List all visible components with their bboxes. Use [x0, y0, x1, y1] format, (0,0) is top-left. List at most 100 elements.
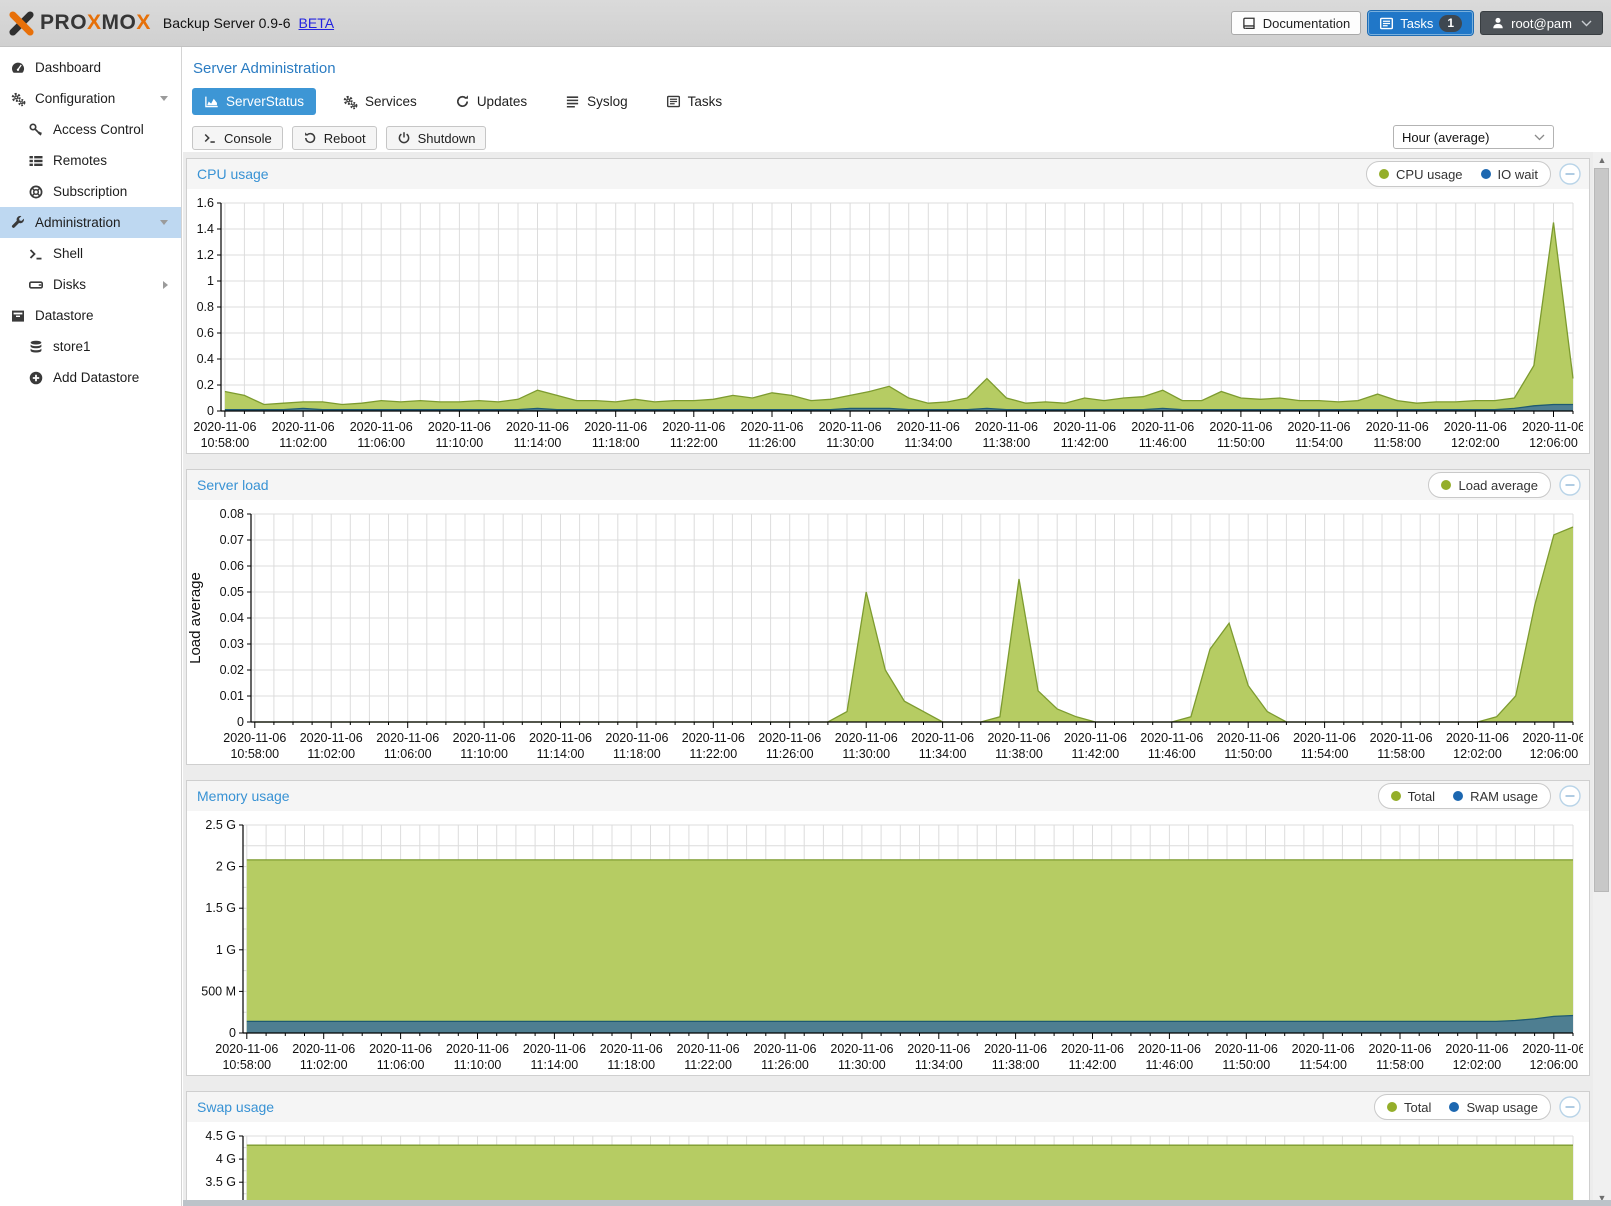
legend-dot	[1387, 1102, 1397, 1112]
user-menu-button[interactable]: root@pam	[1480, 11, 1603, 35]
svg-text:11:02:00: 11:02:00	[300, 1058, 348, 1072]
svg-text:0.2: 0.2	[197, 378, 214, 392]
sidebar-item-configuration[interactable]: Configuration	[0, 83, 181, 114]
book-icon	[1242, 16, 1257, 31]
svg-text:0.08: 0.08	[220, 507, 244, 521]
svg-text:2.5 G: 2.5 G	[205, 818, 236, 832]
timeframe-select[interactable]: Hour (average)	[1393, 125, 1554, 149]
sidebar-item-add-datastore[interactable]: Add Datastore	[0, 362, 181, 393]
bottom-edge-strip	[183, 1200, 1611, 1206]
tab-label: Updates	[477, 94, 527, 109]
svg-text:2020-11-06: 2020-11-06	[682, 731, 745, 745]
cpu-usage-panel: CPU usageCPU usageIO wait2020-11-0610:58…	[186, 158, 1590, 454]
brand-wordmark: PROXMOX	[40, 11, 151, 35]
swap-usage-panel: Swap usageTotalSwap usage2020-11-0610:58…	[186, 1091, 1590, 1206]
chevron-down-icon	[1534, 134, 1545, 141]
scroll-up-icon[interactable]: ▲	[1593, 152, 1611, 168]
legend-label: IO wait	[1498, 167, 1538, 182]
proxmox-brand: PROXMOX	[8, 10, 151, 37]
svg-text:2020-11-06: 2020-11-06	[1053, 420, 1116, 434]
key-icon	[28, 122, 48, 138]
sidebar-item-label: Dashboard	[35, 60, 101, 75]
sidebar-item-label: Subscription	[53, 184, 127, 199]
svg-text:2020-11-06: 2020-11-06	[907, 1042, 970, 1056]
sidebar-item-label: Administration	[35, 215, 121, 230]
sidebar-item-store1[interactable]: store1	[0, 331, 181, 362]
chart-area-icon	[204, 94, 219, 109]
sidebar-item-subscription[interactable]: Subscription	[0, 176, 181, 207]
tasks-list-icon	[1379, 16, 1394, 31]
legend-dot	[1481, 169, 1491, 179]
sidebar-item-shell[interactable]: Shell	[0, 238, 181, 269]
sidebar-item-datastore[interactable]: Datastore	[0, 300, 181, 331]
svg-text:12:02:00: 12:02:00	[1453, 1058, 1502, 1072]
beta-link[interactable]: BETA	[299, 15, 335, 31]
svg-text:11:18:00: 11:18:00	[613, 747, 661, 761]
chart-legend: Load average	[1428, 472, 1551, 498]
console-button[interactable]: Console	[192, 126, 283, 150]
svg-text:11:06:00: 11:06:00	[384, 747, 432, 761]
tab-services[interactable]: Services	[330, 88, 429, 115]
main-area: Server Administration ServerStatusServic…	[183, 47, 1611, 1206]
svg-text:1.2: 1.2	[197, 248, 214, 262]
chevron-down-icon	[1581, 20, 1592, 27]
sidebar-item-administration[interactable]: Administration	[0, 207, 181, 238]
svg-text:0.04: 0.04	[220, 611, 244, 625]
svg-text:2020-11-06: 2020-11-06	[1370, 731, 1433, 745]
tab-serverstatus[interactable]: ServerStatus	[192, 88, 316, 115]
tasks-count-badge: 1	[1439, 15, 1462, 32]
svg-text:2020-11-06: 2020-11-06	[662, 420, 725, 434]
svg-text:1.6: 1.6	[197, 196, 214, 210]
server-load-chart: 2020-11-0610:58:002020-11-0611:02:002020…	[187, 500, 1589, 765]
chart-legend: CPU usageIO wait	[1366, 161, 1551, 187]
svg-text:0: 0	[237, 715, 244, 729]
svg-text:0.05: 0.05	[220, 585, 244, 599]
scrollbar-thumb[interactable]	[1594, 168, 1609, 892]
shutdown-button[interactable]: Shutdown	[386, 126, 487, 150]
collapse-panel-icon[interactable]	[1559, 785, 1581, 807]
legend-entry: IO wait	[1481, 167, 1538, 182]
svg-text:11:14:00: 11:14:00	[514, 436, 562, 450]
content-area: CPU usageCPU usageIO wait2020-11-0610:58…	[183, 152, 1593, 1206]
svg-text:2020-11-06: 2020-11-06	[300, 731, 363, 745]
svg-text:0.07: 0.07	[220, 533, 244, 547]
tab-updates[interactable]: Updates	[443, 88, 539, 115]
tab-tasks[interactable]: Tasks	[654, 88, 735, 115]
svg-text:11:38:00: 11:38:00	[992, 1058, 1040, 1072]
svg-text:11:54:00: 11:54:00	[1301, 747, 1349, 761]
svg-text:2020-11-06: 2020-11-06	[758, 731, 821, 745]
svg-text:0.8: 0.8	[197, 300, 214, 314]
svg-text:2020-11-06: 2020-11-06	[984, 1042, 1047, 1056]
chevron-right-icon	[163, 281, 168, 289]
chart-legend: TotalSwap usage	[1374, 1094, 1551, 1120]
tasks-button[interactable]: Tasks 1	[1368, 11, 1473, 35]
collapse-panel-icon[interactable]	[1559, 474, 1581, 496]
panel-title: Swap usage	[197, 1099, 274, 1115]
tab-bar: ServerStatus Services Updates Syslog Tasks	[192, 88, 1611, 115]
sidebar-item-remotes[interactable]: Remotes	[0, 145, 181, 176]
sidebar-item-dashboard[interactable]: Dashboard	[0, 52, 181, 83]
svg-text:2020-11-06: 2020-11-06	[453, 731, 516, 745]
svg-text:2020-11-06: 2020-11-06	[753, 1042, 816, 1056]
svg-text:2020-11-06: 2020-11-06	[1366, 420, 1429, 434]
product-version-label: Backup Server 0.9-6	[163, 15, 291, 31]
svg-text:2020-11-06: 2020-11-06	[987, 731, 1050, 745]
legend-dot	[1449, 1102, 1459, 1112]
svg-text:11:50:00: 11:50:00	[1222, 1058, 1270, 1072]
collapse-panel-icon[interactable]	[1559, 163, 1581, 185]
svg-text:11:38:00: 11:38:00	[983, 436, 1031, 450]
reboot-button[interactable]: Reboot	[292, 126, 377, 150]
svg-text:2020-11-06: 2020-11-06	[272, 420, 335, 434]
navigation-sidebar: Dashboard ConfigurationAccess ControlRemo…	[0, 47, 182, 1206]
tab-syslog[interactable]: Syslog	[553, 88, 640, 115]
terminal-icon	[203, 131, 217, 145]
vertical-scrollbar[interactable]: ▲ ▼	[1593, 152, 1611, 1206]
svg-text:12:06:00: 12:06:00	[1529, 1058, 1578, 1072]
svg-text:11:58:00: 11:58:00	[1377, 747, 1425, 761]
memory-usage-chart: 2020-11-0610:58:002020-11-0611:02:002020…	[187, 811, 1589, 1076]
sidebar-item-access-control[interactable]: Access Control	[0, 114, 181, 145]
svg-text:11:46:00: 11:46:00	[1139, 436, 1187, 450]
documentation-button[interactable]: Documentation	[1231, 11, 1361, 35]
collapse-panel-icon[interactable]	[1559, 1096, 1581, 1118]
sidebar-item-disks[interactable]: Disks	[0, 269, 181, 300]
